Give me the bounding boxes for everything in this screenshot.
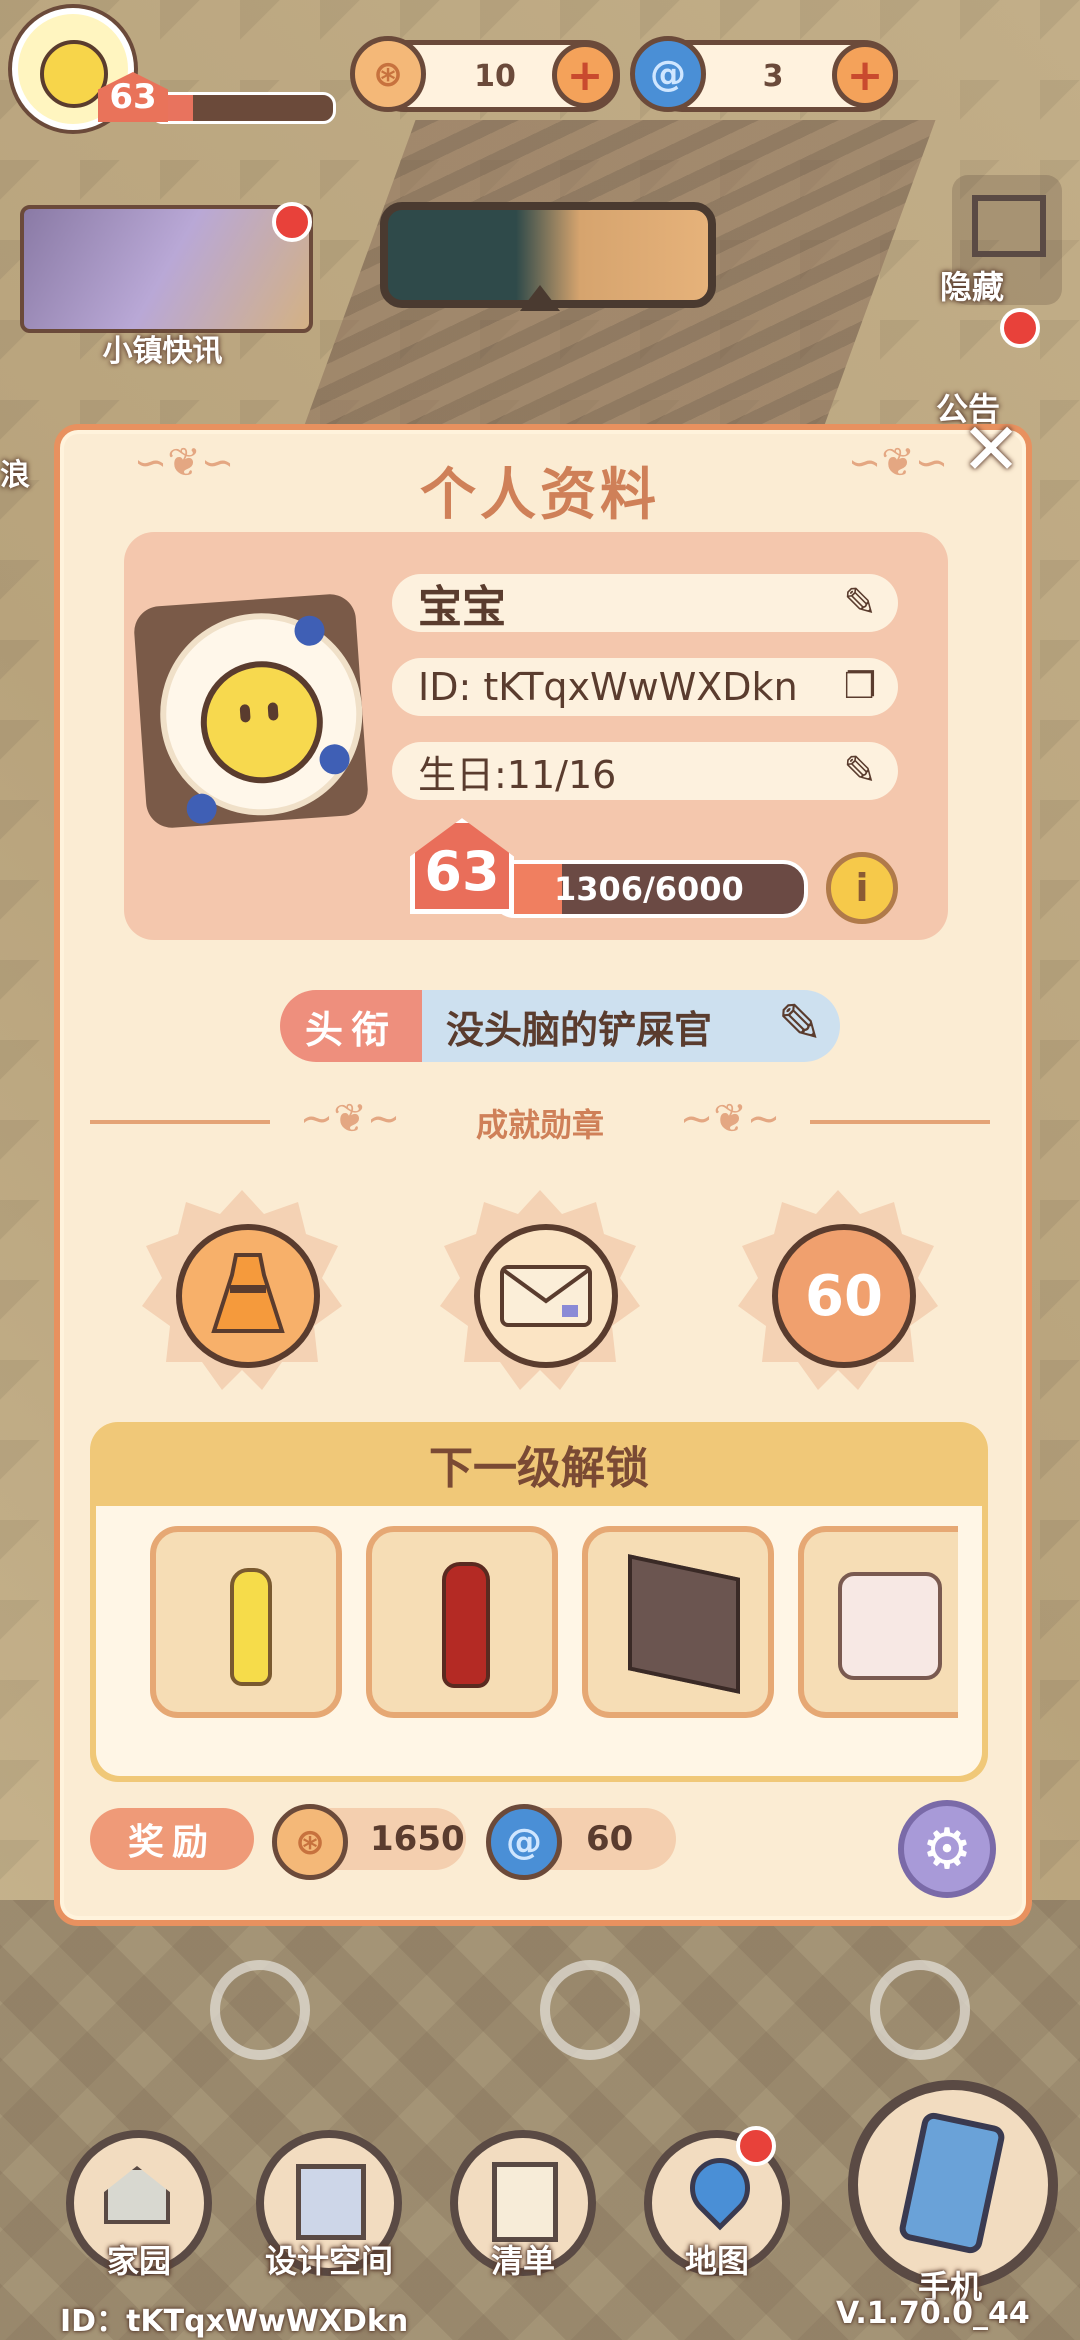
experience-text: 1306/6000 bbox=[554, 870, 744, 908]
sun-icon bbox=[540, 1960, 640, 2060]
weather-arrow-icon bbox=[520, 285, 560, 311]
badge-level-60[interactable]: 60 bbox=[738, 1190, 938, 1390]
level-60-icon: 60 bbox=[772, 1224, 916, 1368]
house-icon bbox=[104, 2166, 170, 2224]
copy-icon[interactable]: ❐ bbox=[834, 662, 886, 712]
unlock-item[interactable] bbox=[366, 1526, 558, 1718]
level-info-button[interactable]: i bbox=[826, 852, 898, 924]
bee-face-icon bbox=[40, 40, 108, 108]
unlock-item[interactable] bbox=[582, 1526, 774, 1718]
sun-icon bbox=[210, 1960, 310, 2060]
notification-dot bbox=[272, 202, 312, 242]
dress-icon bbox=[176, 1224, 320, 1368]
coin-icon: ⊛ bbox=[272, 1804, 348, 1880]
id-field: ID: tKTqxWwWXDkn ❐ bbox=[392, 658, 898, 716]
bee-avatar-icon bbox=[196, 657, 327, 788]
sun-icon bbox=[870, 1960, 970, 2060]
close-button[interactable]: ✕ bbox=[960, 413, 1022, 485]
town-news-button[interactable] bbox=[20, 205, 313, 333]
nav-home-label: 家园 bbox=[106, 2242, 171, 2280]
name-field: 宝宝 ✎ bbox=[392, 574, 898, 633]
nav-map-label: 地图 bbox=[684, 2242, 749, 2280]
title-tag: 头衔 bbox=[280, 990, 422, 1062]
nav-phone-button[interactable] bbox=[848, 2080, 1058, 2290]
experience-bar: 1306/6000 bbox=[490, 860, 808, 918]
add-gems-button[interactable]: + bbox=[832, 42, 898, 108]
birthday-field: 生日:11/16 ✎ bbox=[392, 742, 898, 800]
badge-envelope[interactable] bbox=[440, 1190, 640, 1390]
reward-label: 奖励 bbox=[90, 1808, 254, 1870]
wall-panel-icon bbox=[628, 1554, 740, 1694]
white-cabinet-icon bbox=[838, 1572, 942, 1680]
unlock-item[interactable] bbox=[150, 1526, 342, 1718]
unlock-item[interactable] bbox=[798, 1526, 958, 1718]
nav-design-label: 设计空间 bbox=[264, 2242, 393, 2280]
checklist-icon bbox=[492, 2162, 558, 2242]
settings-gear-button[interactable]: ⚙ bbox=[898, 1800, 996, 1898]
unlock-title: 下一级解锁 bbox=[429, 1443, 649, 1494]
profile-avatar[interactable] bbox=[132, 592, 370, 830]
phone-icon bbox=[897, 2110, 1007, 2256]
edit-pen-icon[interactable]: ✎ bbox=[834, 746, 886, 796]
notification-dot bbox=[1000, 308, 1040, 348]
edit-pen-icon[interactable]: ✎ bbox=[760, 992, 840, 1062]
lemon-soda-bottle-icon bbox=[230, 1568, 272, 1686]
panel-title: 个人资料 bbox=[420, 463, 660, 528]
edit-pen-icon[interactable]: ✎ bbox=[834, 578, 886, 628]
swirl-gem-icon: @ bbox=[630, 36, 706, 112]
envelope-icon bbox=[474, 1224, 618, 1368]
cola-bottle-icon bbox=[442, 1562, 490, 1688]
swirl-gem-icon: @ bbox=[486, 1804, 562, 1880]
nav-list-label: 清单 bbox=[490, 2242, 555, 2280]
notification-dot bbox=[736, 2126, 776, 2166]
title-row[interactable]: 头衔 没头脑的铲屎官 bbox=[280, 990, 840, 1062]
achievements-label: 成就勋章 bbox=[475, 1106, 604, 1144]
town-news-label: 小镇快讯 bbox=[102, 334, 223, 369]
badge-dress[interactable] bbox=[142, 1190, 342, 1390]
blueprint-icon bbox=[296, 2164, 366, 2240]
fullscreen-icon bbox=[972, 195, 1046, 257]
hud-xp-bar bbox=[150, 92, 336, 124]
footer-player-id: ID：tKTqxWwWXDkn bbox=[60, 2304, 409, 2339]
version-label: V.1.70.0_44 bbox=[836, 2296, 1030, 2331]
add-coins-button[interactable]: + bbox=[552, 42, 618, 108]
hide-label: 隐藏 bbox=[940, 268, 1005, 306]
coin-icon: ⊛ bbox=[350, 36, 426, 112]
